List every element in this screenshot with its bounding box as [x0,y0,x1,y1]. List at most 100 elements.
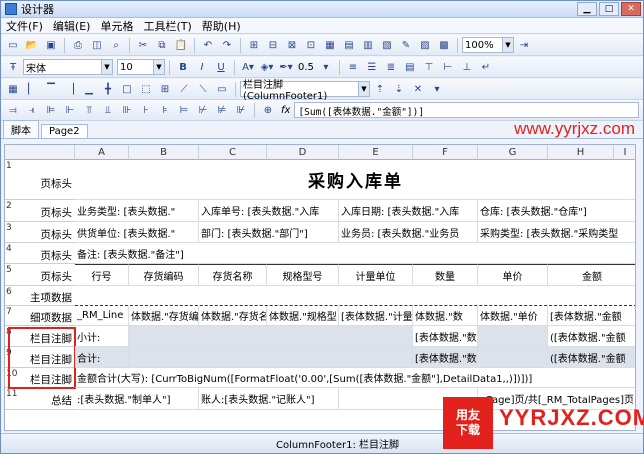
insert-col-icon[interactable]: ⊟ [264,37,282,54]
align-tool-4-icon[interactable]: ⊩ [61,102,79,119]
cell-7a[interactable]: _RM_Line [75,306,129,326]
wrap-icon[interactable]: ↵ [477,59,495,76]
cell-11a[interactable]: :[表头数据."制单人"] [75,388,199,410]
border-left-icon[interactable]: ▏ [23,81,41,98]
border-outer-icon[interactable]: □ [118,81,136,98]
cell-10a[interactable]: 金额合计(大写): [CurrToBigNum([FormatFloat('0.… [75,368,635,388]
col-header-h[interactable]: H [548,145,614,160]
cell-7h[interactable]: [表体数据."金额 [548,306,635,326]
border-top-icon[interactable]: ▔ [42,81,60,98]
italic-button[interactable]: I [193,59,211,76]
edit-icon[interactable]: ✎ [397,37,415,54]
align-center-icon[interactable]: ☰ [363,59,381,76]
formula-input[interactable]: [Sum([表体数据."金额"])] [294,102,639,118]
cell-9h[interactable]: ([表体数据."金额 [548,347,635,368]
size-select[interactable]: 10 ▼ [117,59,165,75]
col-header-g[interactable]: G [478,145,548,160]
align-tool-1-icon[interactable]: ⫤ [4,102,22,119]
cell-7f[interactable]: 体数据."数 [413,306,478,326]
menu-toolbar[interactable]: 工具栏(T) [138,18,196,34]
col-header-a[interactable]: A [75,145,129,160]
col-header-f[interactable]: F [413,145,478,160]
row-header-2[interactable]: 2 页标头 [5,200,75,222]
row-header-4[interactable]: 4 页标头 [5,243,75,264]
cell-3c[interactable]: 部门: [表头数据."部门"] [199,222,339,243]
cell-8a[interactable]: 小计: [75,326,129,347]
minimize-button[interactable]: ▁ [577,2,597,16]
menu-edit[interactable]: 编辑(E) [48,18,96,34]
col-header-e[interactable]: E [339,145,413,160]
cell-3e[interactable]: 业务员: [表头数据."业务员 [339,222,478,243]
align-tool-3-icon[interactable]: ⊫ [42,102,60,119]
font-select[interactable]: 宋体 ▼ [23,59,113,75]
cell-9b-e[interactable] [129,347,413,368]
border-inner-icon[interactable]: ╋ [99,81,117,98]
line-width-value[interactable]: 0.5 [298,62,314,73]
fill-color-icon[interactable]: ◈▾ [258,59,276,76]
col-header-i[interactable]: I [614,145,635,160]
print-icon[interactable]: ⎙ [69,37,87,54]
border-grid-icon[interactable]: ⊞ [156,81,174,98]
align-tool-11-icon[interactable]: ⊬ [194,102,212,119]
master-data-row[interactable] [75,286,635,306]
align-tool-7-icon[interactable]: ⊪ [118,102,136,119]
row-header-11[interactable]: 11 总结 [5,388,75,410]
row-header-3[interactable]: 3 页标头 [5,222,75,243]
new-icon[interactable]: ▭ [4,37,22,54]
cell-3a[interactable]: 供货单位: [表头数据." [75,222,199,243]
band-up-icon[interactable]: ⇡ [371,81,389,98]
cut-icon[interactable]: ✂ [134,37,152,54]
diagonal-icon[interactable]: ⟋ [175,81,193,98]
cell-8b-e[interactable] [129,326,413,347]
row-header-7[interactable]: 7 细项数据 [5,306,75,326]
col-title-code[interactable]: 存货编码 [129,264,199,286]
line-width-icon[interactable]: ▾ [317,59,335,76]
merge-icon[interactable]: ▦ [321,37,339,54]
menu-file[interactable]: 文件(F) [1,18,48,34]
bold-button[interactable]: B [174,59,192,76]
band-menu-icon[interactable]: ▾ [428,81,446,98]
cell-9g[interactable] [478,347,548,368]
chart-icon[interactable]: ▥ [359,37,377,54]
delete-row-icon[interactable]: ⊠ [283,37,301,54]
border-bottom-icon[interactable]: ▁ [80,81,98,98]
align-tool-5-icon[interactable]: ⫪ [80,102,98,119]
row-header-5[interactable]: 5 页标头 [5,264,75,286]
col-title-spec[interactable]: 规格型号 [267,264,339,286]
valign-bottom-icon[interactable]: ⊥ [458,59,476,76]
tab-page2[interactable]: Page2 [41,124,88,138]
cell-7b[interactable]: 体数据."存货编 [129,306,199,326]
menu-help[interactable]: 帮助(H) [197,18,246,34]
preview-icon[interactable]: ◫ [88,37,106,54]
redo-icon[interactable]: ↷ [218,37,236,54]
cell-2g[interactable]: 仓库: [表头数据."仓库"] [478,200,635,222]
open-icon[interactable]: 📂 [23,37,41,54]
bands-icon[interactable]: ▩ [435,37,453,54]
cell-8f[interactable]: [表体数据."数 [413,326,478,347]
align-tool-6-icon[interactable]: ⫫ [99,102,117,119]
save-icon[interactable]: ▣ [42,37,60,54]
menu-cell[interactable]: 单元格 [95,18,138,34]
align-right-icon[interactable]: ≣ [382,59,400,76]
cell-9a[interactable]: 合计: [75,347,129,368]
border-box-icon[interactable]: ▭ [213,81,231,98]
line-color-icon[interactable]: ✒▾ [277,59,295,76]
cell-2e[interactable]: 入库日期: [表头数据."入库 [339,200,478,222]
diagonal-back-icon[interactable]: ⟍ [194,81,212,98]
report-title[interactable]: 采购入库单 [75,160,635,200]
align-tool-10-icon[interactable]: ⊨ [175,102,193,119]
font-color-icon[interactable]: A▾ [239,59,257,76]
band-down-icon[interactable]: ⇣ [390,81,408,98]
align-tool-13-icon[interactable]: ⊮ [232,102,250,119]
cell-9f[interactable]: [表体数据."数 [413,347,478,368]
align-tool-9-icon[interactable]: ⊧ [156,102,174,119]
close-button[interactable]: ✕ [621,2,641,16]
valign-top-icon[interactable]: ⊤ [420,59,438,76]
cell-7d[interactable]: 体数据."规格型 [267,306,339,326]
zoom-select[interactable]: 100% ▼ [462,37,514,53]
cell-7c[interactable]: 体数据."存货名 [199,306,267,326]
image-icon[interactable]: ▧ [378,37,396,54]
border-right-icon[interactable]: ▕ [61,81,79,98]
border-none-icon[interactable]: ⬚ [137,81,155,98]
underline-button[interactable]: U [212,59,230,76]
